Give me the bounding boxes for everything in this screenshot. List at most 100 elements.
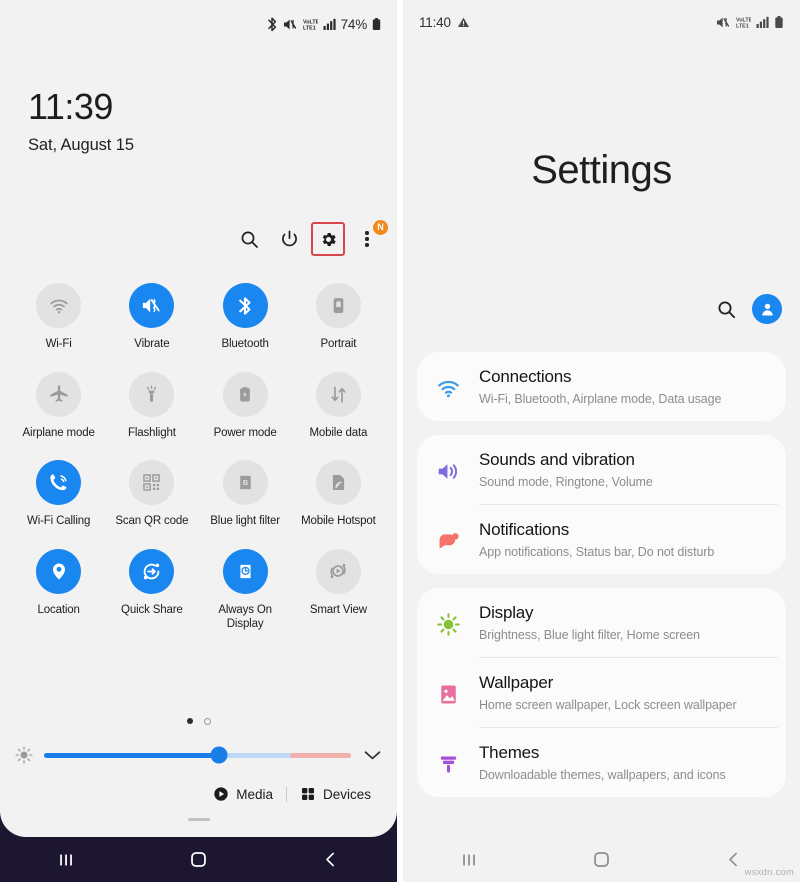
brightness-slider[interactable] [44,746,351,764]
page-title: Settings [531,148,672,192]
settings-row-sounds-and-vibration[interactable]: Sounds and vibration Sound mode, Rington… [417,435,786,504]
settings-card: Sounds and vibration Sound mode, Rington… [417,435,786,574]
power-button[interactable] [269,219,309,259]
warning-triangle-icon [457,17,469,27]
clock-time: 11:39 [28,86,113,127]
divider [285,786,287,802]
tile-wifi[interactable]: Wi-Fi [12,283,105,352]
tile-icon-circle [129,371,175,417]
sheet-grip-handle[interactable] [0,818,397,821]
tile-wifi-calling[interactable]: Wi-Fi Calling [12,460,105,529]
battery-icon [372,17,381,30]
expand-brightness-button[interactable] [361,744,383,766]
tile-quick-share[interactable]: Quick Share [105,548,198,632]
tile-icon-circle [222,548,268,594]
notification-badge: N [373,220,388,235]
settings-row-themes[interactable]: Themes Downloadable themes, wallpapers, … [417,728,786,797]
settings-card: Connections Wi-Fi, Bluetooth, Airplane m… [417,352,786,421]
tile-bluetooth[interactable]: Bluetooth [199,283,292,352]
battery-icon [775,15,783,28]
back-icon [326,852,335,867]
svg-text:LTE1: LTE1 [303,25,316,31]
search-button[interactable] [229,219,269,259]
recents-button[interactable] [434,837,504,882]
tile-vibrate[interactable]: Vibrate [105,283,198,352]
tile-label: Airplane mode [22,426,95,439]
page-dot-2[interactable] [203,718,211,725]
tile-mobile-hotspot[interactable]: Mobile Hotspot [292,460,385,529]
tile-smart-view[interactable]: Smart View [292,548,385,632]
recents-button[interactable] [31,837,101,882]
recents-icon [463,854,476,865]
tile-label: Wi-Fi [45,338,72,350]
page-dot-1[interactable] [186,718,193,724]
location-pin-icon [52,563,65,579]
smart-view-icon [330,563,346,579]
settings-row-wallpaper[interactable]: Wallpaper Home screen wallpaper, Lock sc… [417,658,786,727]
back-button[interactable] [296,837,366,882]
tile-icon-circle [36,283,82,328]
gear-icon [322,232,336,246]
row-title: Notifications [479,520,569,539]
chevron-down-icon [364,750,380,759]
row-title: Sounds and vibration [479,450,635,469]
status-bar-icons: VoLTE LTE1 [716,15,784,30]
tile-flashlight[interactable]: Flashlight [105,371,198,441]
more-options-button[interactable]: N [347,219,388,259]
quick-share-icon [144,563,160,579]
signal-icon [323,18,336,30]
back-icon [729,852,738,867]
tile-icon-circle [222,283,268,328]
quick-settings-sheet: VoLTE LTE1 74% 11:39 Sat, August 15 N Wi… [0,0,397,837]
tile-label: Power mode [213,426,277,439]
row-subtitle: Home screen wallpaper, Lock screen wallp… [479,698,737,712]
row-subtitle: App notifications, Status bar, Do not di… [479,545,715,559]
airplane-icon [50,385,68,402]
tile-power-mode[interactable]: Power mode [199,371,292,441]
tile-mobile-data[interactable]: Mobile data [292,371,385,441]
tile-label: Quick Share [121,603,183,616]
mobile-data-icon [331,385,346,403]
tile-icon-circle [129,460,175,505]
tile-icon-circle [222,371,268,417]
tile-label: Wi-Fi Calling [27,515,91,527]
media-devices-row: Media Devices [213,786,371,802]
row-subtitle: Wi-Fi, Bluetooth, Airplane mode, Data us… [479,392,722,406]
tile-label: Blue light filter [210,515,280,527]
tile-scan-qr-code[interactable]: Scan QR code [105,460,198,529]
always-on-display-icon [240,564,251,578]
settings-row-connections[interactable]: Connections Wi-Fi, Bluetooth, Airplane m… [417,352,786,421]
settings-row-notifications[interactable]: Notifications App notifications, Status … [417,505,786,574]
tile-icon-circle [36,548,82,594]
wifi-icon [49,299,68,313]
settings-gear-button[interactable] [311,222,345,256]
media-label: Media [236,786,273,802]
svg-text:VoLTE: VoLTE [303,19,318,25]
sun-icon [436,613,460,636]
battery-percent: 74% [340,16,368,32]
image-icon [440,685,456,704]
search-settings-button[interactable] [717,300,736,319]
settings-row-display[interactable]: Display Brightness, Blue light filter, H… [417,588,786,657]
tile-airplane-mode[interactable]: Airplane mode [12,371,105,441]
media-button[interactable]: Media [213,786,273,802]
tile-portrait[interactable]: Portrait [292,283,385,352]
tile-always-on-display[interactable]: Always On Display [199,548,292,632]
tile-location[interactable]: Location [12,548,105,632]
tile-label: Location [37,603,80,616]
tile-blue-light-filter[interactable]: B Blue light filter [199,460,292,529]
profile-avatar[interactable] [752,294,782,324]
tile-icon-circle [36,460,82,505]
dual-screenshot: VoLTE LTE1 74% 11:39 Sat, August 15 N Wi… [0,0,800,882]
home-icon [191,852,206,867]
svg-text:LTE1: LTE1 [736,23,749,29]
vibrate-icon [143,298,161,313]
row-subtitle: Sound mode, Ringtone, Volume [479,475,653,489]
row-icon [417,449,479,484]
home-button[interactable] [163,837,233,882]
more-icon [365,231,369,247]
svg-text:VoLTE: VoLTE [736,17,751,23]
devices-button[interactable]: Devices [300,786,371,802]
home-button[interactable] [566,837,636,882]
brightness-knob[interactable] [210,746,228,764]
